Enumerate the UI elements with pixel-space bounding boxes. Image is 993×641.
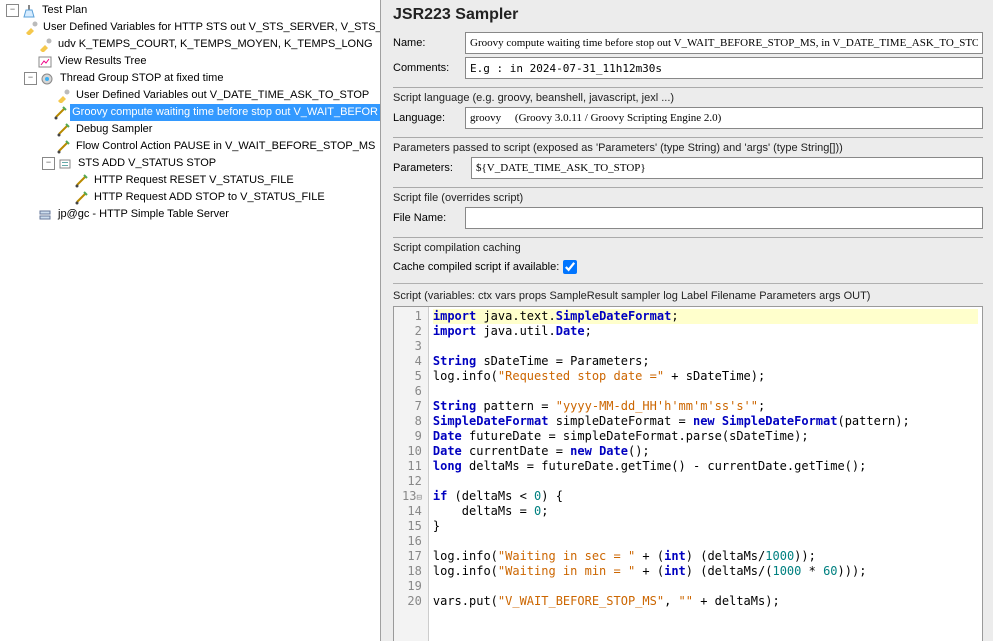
tree-label: View Results Tree [56,53,148,70]
wrench-icon [55,88,71,104]
tree-label: Debug Sampler [74,121,154,138]
tree-node-results[interactable]: View Results Tree [2,53,380,70]
tree-label: Groovy compute waiting time before stop … [70,104,380,121]
sampler-icon [53,105,67,121]
results-icon [37,54,53,70]
test-tree-pane: − Test Plan User Defined Variables for H… [0,0,381,641]
tree-label: HTTP Request RESET V_STATUS_FILE [92,172,296,189]
tree-label: User Defined Variables out V_DATE_TIME_A… [74,87,371,104]
tree-label: Flow Control Action PAUSE in V_WAIT_BEFO… [74,138,377,155]
filename-label: File Name: [393,212,465,224]
script-editor[interactable]: 12345678910111213⊟14151617181920 import … [393,306,983,641]
tree-label: udv K_TEMPS_COURT, K_TEMPS_MOYEN, K_TEMP… [56,36,375,53]
tree-label: Thread Group STOP at fixed time [58,70,225,87]
cache-label: Cache compiled script if available: [393,261,559,273]
language-label: Language: [393,112,465,124]
cache-section: Script compilation caching [393,242,983,254]
controller-icon [57,156,73,172]
collapse-toggle[interactable]: − [6,4,19,17]
language-combo[interactable] [465,107,983,129]
tree-label: STS ADD V_STATUS STOP [76,155,218,172]
tree-node-sts-add[interactable]: HTTP Request ADD STOP to V_STATUS_FILE [2,189,380,206]
editor-gutter: 12345678910111213⊟14151617181920 [394,307,429,641]
tree-node-tg-flow[interactable]: Flow Control Action PAUSE in V_WAIT_BEFO… [2,138,380,155]
sampler-icon [73,173,89,189]
app-window: − Test Plan User Defined Variables for H… [0,0,993,641]
threadgroup-icon [39,71,55,87]
comments-input[interactable] [465,57,983,79]
editor-code[interactable]: import java.text.SimpleDateFormat;import… [429,307,982,641]
test-tree[interactable]: − Test Plan User Defined Variables for H… [0,0,380,223]
tree-node-threadgroup[interactable]: − Thread Group STOP at fixed time [2,70,380,87]
server-icon [37,207,53,223]
scriptfile-section: Script file (overrides script) [393,192,983,204]
tree-label: User Defined Variables for HTTP STS out … [41,19,381,36]
sampler-icon [55,139,71,155]
tree-node-jpgc[interactable]: jp@gc - HTTP Simple Table Server [2,206,380,223]
divider [393,283,983,284]
tree-node-testplan[interactable]: − Test Plan [2,2,380,19]
collapse-toggle[interactable]: − [24,72,37,85]
sampler-icon [73,190,89,206]
script-language-section: Script language (e.g. groovy, beanshell,… [393,92,983,104]
tree-node-sts[interactable]: − STS ADD V_STATUS STOP [2,155,380,172]
wrench-icon [24,20,38,36]
tree-node-udv1[interactable]: User Defined Variables for HTTP STS out … [2,19,380,36]
name-input[interactable] [465,32,983,54]
panel-title: JSR223 Sampler [393,6,983,24]
testplan-icon [21,3,37,19]
tree-node-tg-udv[interactable]: User Defined Variables out V_DATE_TIME_A… [2,87,380,104]
sampler-icon [55,122,71,138]
script-header: Script (variables: ctx vars props Sample… [393,290,983,302]
tree-node-sts-reset[interactable]: HTTP Request RESET V_STATUS_FILE [2,172,380,189]
filename-input[interactable] [465,207,983,229]
wrench-icon [37,37,53,53]
cache-checkbox[interactable] [563,260,577,274]
parameters-section: Parameters passed to script (exposed as … [393,142,983,154]
collapse-toggle[interactable]: − [42,157,55,170]
parameters-input[interactable] [471,157,983,179]
tree-label: Test Plan [40,2,89,19]
tree-label: jp@gc - HTTP Simple Table Server [56,206,231,223]
parameters-label: Parameters: [393,162,471,174]
comments-label: Comments: [393,62,465,74]
name-label: Name: [393,37,465,49]
tree-label: HTTP Request ADD STOP to V_STATUS_FILE [92,189,327,206]
tree-node-tg-groovy[interactable]: Groovy compute waiting time before stop … [2,104,380,121]
tree-node-tg-debug[interactable]: Debug Sampler [2,121,380,138]
detail-pane: JSR223 Sampler Name: Comments: Script la… [381,0,993,641]
tree-node-udv2[interactable]: udv K_TEMPS_COURT, K_TEMPS_MOYEN, K_TEMP… [2,36,380,53]
